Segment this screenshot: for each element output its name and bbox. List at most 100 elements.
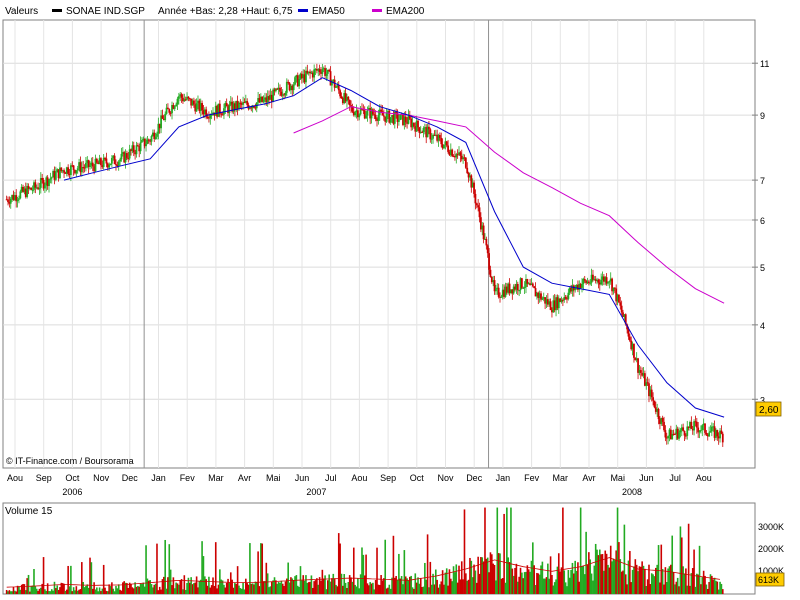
volume-bar — [35, 588, 38, 594]
candle-body — [583, 278, 586, 281]
volume-bar — [59, 587, 61, 594]
candle-body — [399, 114, 402, 120]
candle-body — [581, 283, 583, 288]
volume-bar — [115, 585, 117, 594]
volume-bar — [19, 589, 22, 594]
volume-bar — [268, 587, 270, 594]
volume-bar — [641, 561, 643, 594]
volume-bar — [712, 579, 715, 594]
volume-bar — [488, 572, 490, 594]
volume-bar — [178, 584, 180, 594]
candle-body — [38, 187, 41, 190]
volume-bar — [209, 587, 212, 594]
candle-body — [495, 288, 497, 292]
candle-body — [192, 100, 195, 105]
volume-bar — [508, 562, 511, 594]
volume-bar — [522, 578, 525, 594]
volume-bar — [634, 559, 637, 594]
volume-bar — [320, 580, 322, 594]
month-label: Mai — [610, 473, 625, 483]
volume-bar — [456, 582, 459, 594]
candle-body — [489, 269, 492, 277]
candle-body — [9, 198, 12, 204]
volume-bar — [440, 581, 443, 594]
volume-bar — [235, 583, 238, 594]
volume-bar — [123, 581, 125, 594]
volume-bar — [168, 544, 171, 594]
volume-bar — [81, 562, 83, 594]
candle-body — [228, 104, 231, 114]
volume-bar — [639, 566, 642, 594]
volume-bar — [122, 582, 124, 594]
volume-bar — [362, 554, 365, 594]
candle-body — [592, 274, 594, 280]
volume-bar — [281, 583, 284, 594]
volume-bar — [137, 586, 139, 594]
volume-bar — [376, 547, 378, 594]
volume-bar — [475, 582, 478, 594]
volume-bar — [55, 588, 57, 594]
volume-axis-label-2000: 2000K — [758, 544, 784, 554]
candle-body — [340, 96, 343, 99]
volume-bar — [109, 586, 112, 594]
candle-body — [531, 283, 534, 287]
candle-body — [339, 90, 342, 97]
volume-bar — [175, 582, 177, 594]
volume-bar — [481, 557, 484, 594]
volume-bar — [642, 565, 645, 594]
volume-bar — [277, 582, 280, 594]
volume-bar — [529, 571, 531, 594]
volume-bar — [515, 563, 518, 594]
volume-bar — [331, 578, 333, 594]
volume-bar — [187, 577, 190, 594]
volume-bar — [462, 579, 464, 594]
volume-bar — [594, 543, 597, 594]
volume-bar — [682, 566, 684, 594]
volume-bar — [661, 568, 664, 594]
volume-bar — [23, 584, 26, 594]
candle-body — [161, 115, 164, 119]
candle-body — [607, 282, 609, 284]
volume-bar — [693, 549, 695, 594]
candle-body — [50, 177, 53, 179]
volume-bar — [328, 574, 330, 594]
candle-body — [477, 205, 480, 208]
credit-text: © IT-Finance.com / Boursorama — [6, 456, 134, 466]
volume-bar — [396, 579, 399, 594]
volume-bar — [264, 580, 266, 594]
candle-body — [438, 135, 441, 138]
candle-body — [413, 122, 415, 127]
candle-body — [335, 87, 337, 89]
volume-bar — [359, 574, 362, 594]
volume-bar — [534, 584, 537, 594]
volume-bar — [589, 559, 592, 594]
volume-bar — [337, 533, 340, 594]
instrument-legend-key — [52, 9, 62, 12]
volume-bar — [618, 542, 620, 594]
ema50-legend: EMA50 — [312, 6, 345, 17]
volume-bar — [674, 584, 676, 594]
volume-bar — [290, 577, 292, 594]
volume-bar — [180, 579, 183, 594]
candle-body — [650, 389, 653, 398]
volume-bar — [593, 565, 596, 594]
volume-bar — [492, 563, 494, 594]
year-label: 2007 — [306, 487, 326, 497]
candle-body — [464, 157, 467, 168]
volume-bar — [56, 585, 59, 594]
volume-bar — [366, 583, 369, 594]
volume-bar — [467, 579, 470, 594]
volume-bar — [358, 588, 361, 594]
candle-body — [109, 163, 112, 166]
volume-bar — [176, 583, 179, 594]
volume-bar — [169, 569, 172, 594]
volume-bar — [52, 590, 54, 594]
volume-bar — [504, 582, 507, 594]
last-price: 2,60 — [759, 405, 779, 416]
volume-bar — [564, 582, 567, 594]
volume-bar — [98, 587, 101, 594]
volume-bar — [336, 586, 339, 594]
volume-bar — [188, 582, 191, 594]
candle-body — [89, 165, 91, 168]
ema200-legend-key — [372, 9, 382, 12]
